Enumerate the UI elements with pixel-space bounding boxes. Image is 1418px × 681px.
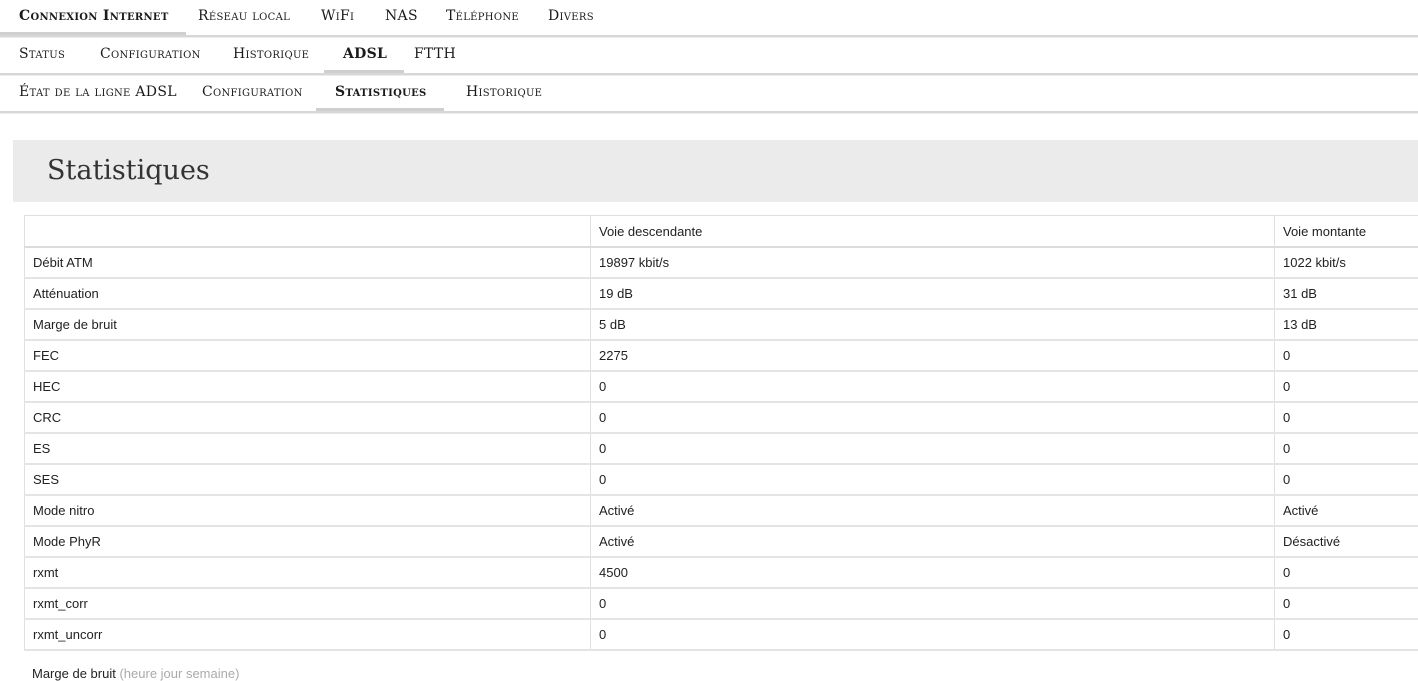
upstream-value: 0 [1275, 619, 1418, 650]
tab-status[interactable]: Status [0, 38, 82, 70]
row-label: Atténuation [25, 278, 591, 309]
upstream-value: 1022 kbit/s [1275, 247, 1418, 278]
tab-adsl-historique[interactable]: Historique [447, 76, 559, 108]
row-label: rxmt_uncorr [25, 619, 591, 650]
upstream-value: 0 [1275, 402, 1418, 433]
row-label: Marge de bruit [25, 309, 591, 340]
row-label: ES [25, 433, 591, 464]
downstream-value: 19897 kbit/s [591, 247, 1275, 278]
main-nav: Connexion Internet Réseau local WiFi NAS… [0, 0, 1418, 38]
tab-nas[interactable]: NAS [366, 0, 435, 32]
adsl-nav-baseline [0, 111, 1418, 114]
downstream-value: Activé [591, 495, 1275, 526]
table-row: rxmt_corr 0 0 [25, 588, 1418, 619]
tab-etat-ligne-adsl[interactable]: État de la ligne ADSL [0, 76, 194, 108]
tab-statistiques[interactable]: Statistiques [316, 76, 444, 111]
header-label [25, 216, 591, 248]
period-links[interactable]: heure jour semaine [124, 666, 235, 681]
sub-nav: Status Configuration Historique ADSL FTT… [0, 38, 1418, 76]
downstream-value: Activé [591, 526, 1275, 557]
downstream-value: 0 [591, 402, 1275, 433]
upstream-value: Désactivé [1275, 526, 1418, 557]
downstream-value: 0 [591, 433, 1275, 464]
panel-header: Statistiques [13, 140, 1418, 202]
downstream-value: 0 [591, 619, 1275, 650]
upstream-value: 0 [1275, 371, 1418, 402]
footer-paren-close: ) [235, 666, 239, 681]
table-row: ES 0 0 [25, 433, 1418, 464]
tab-connexion-internet[interactable]: Connexion Internet [0, 0, 186, 35]
downstream-value: 4500 [591, 557, 1275, 588]
table-row: HEC 0 0 [25, 371, 1418, 402]
upstream-value: 0 [1275, 340, 1418, 371]
noise-margin-graph-links: Marge de bruit (heure jour semaine) [32, 666, 239, 681]
header-downstream: Voie descendante [591, 216, 1275, 248]
row-label: rxmt [25, 557, 591, 588]
tab-reseau-local[interactable]: Réseau local [179, 0, 307, 32]
upstream-value: 0 [1275, 588, 1418, 619]
table-row: rxmt_uncorr 0 0 [25, 619, 1418, 650]
table-row: CRC 0 0 [25, 402, 1418, 433]
downstream-value: 0 [591, 371, 1275, 402]
tab-adsl-configuration[interactable]: Configuration [183, 76, 320, 108]
tab-adsl[interactable]: ADSL [324, 38, 404, 73]
adsl-nav: État de la ligne ADSL Configuration Stat… [0, 76, 1418, 114]
table-row: Mode PhyR Activé Désactivé [25, 526, 1418, 557]
upstream-value: 0 [1275, 557, 1418, 588]
table-row: Débit ATM 19897 kbit/s 1022 kbit/s [25, 247, 1418, 278]
row-label: Mode PhyR [25, 526, 591, 557]
tab-divers[interactable]: Divers [529, 0, 611, 32]
stats-table: Voie descendante Voie montante Débit ATM… [24, 215, 1418, 651]
tab-historique[interactable]: Historique [214, 38, 326, 70]
tab-wifi[interactable]: WiFi [302, 0, 371, 32]
table-row: SES 0 0 [25, 464, 1418, 495]
row-label: Débit ATM [25, 247, 591, 278]
upstream-value: 0 [1275, 433, 1418, 464]
row-label: Mode nitro [25, 495, 591, 526]
row-label: CRC [25, 402, 591, 433]
table-row: Atténuation 19 dB 31 dB [25, 278, 1418, 309]
page-title: Statistiques [47, 155, 210, 186]
table-row: rxmt 4500 0 [25, 557, 1418, 588]
row-label: FEC [25, 340, 591, 371]
upstream-value: Activé [1275, 495, 1418, 526]
row-label: rxmt_corr [25, 588, 591, 619]
tab-configuration[interactable]: Configuration [81, 38, 218, 70]
downstream-value: 5 dB [591, 309, 1275, 340]
table-row: Mode nitro Activé Activé [25, 495, 1418, 526]
downstream-value: 2275 [591, 340, 1275, 371]
row-label: HEC [25, 371, 591, 402]
table-header-row: Voie descendante Voie montante [25, 216, 1418, 248]
tab-ftth[interactable]: FTTH [395, 38, 473, 70]
tab-telephone[interactable]: Téléphone [427, 0, 536, 32]
downstream-value: 0 [591, 464, 1275, 495]
header-upstream: Voie montante [1275, 216, 1418, 248]
table-row: Marge de bruit 5 dB 13 dB [25, 309, 1418, 340]
row-label: SES [25, 464, 591, 495]
upstream-value: 13 dB [1275, 309, 1418, 340]
table-row: FEC 2275 0 [25, 340, 1418, 371]
upstream-value: 0 [1275, 464, 1418, 495]
footer-label: Marge de bruit [32, 666, 116, 681]
downstream-value: 19 dB [591, 278, 1275, 309]
downstream-value: 0 [591, 588, 1275, 619]
upstream-value: 31 dB [1275, 278, 1418, 309]
